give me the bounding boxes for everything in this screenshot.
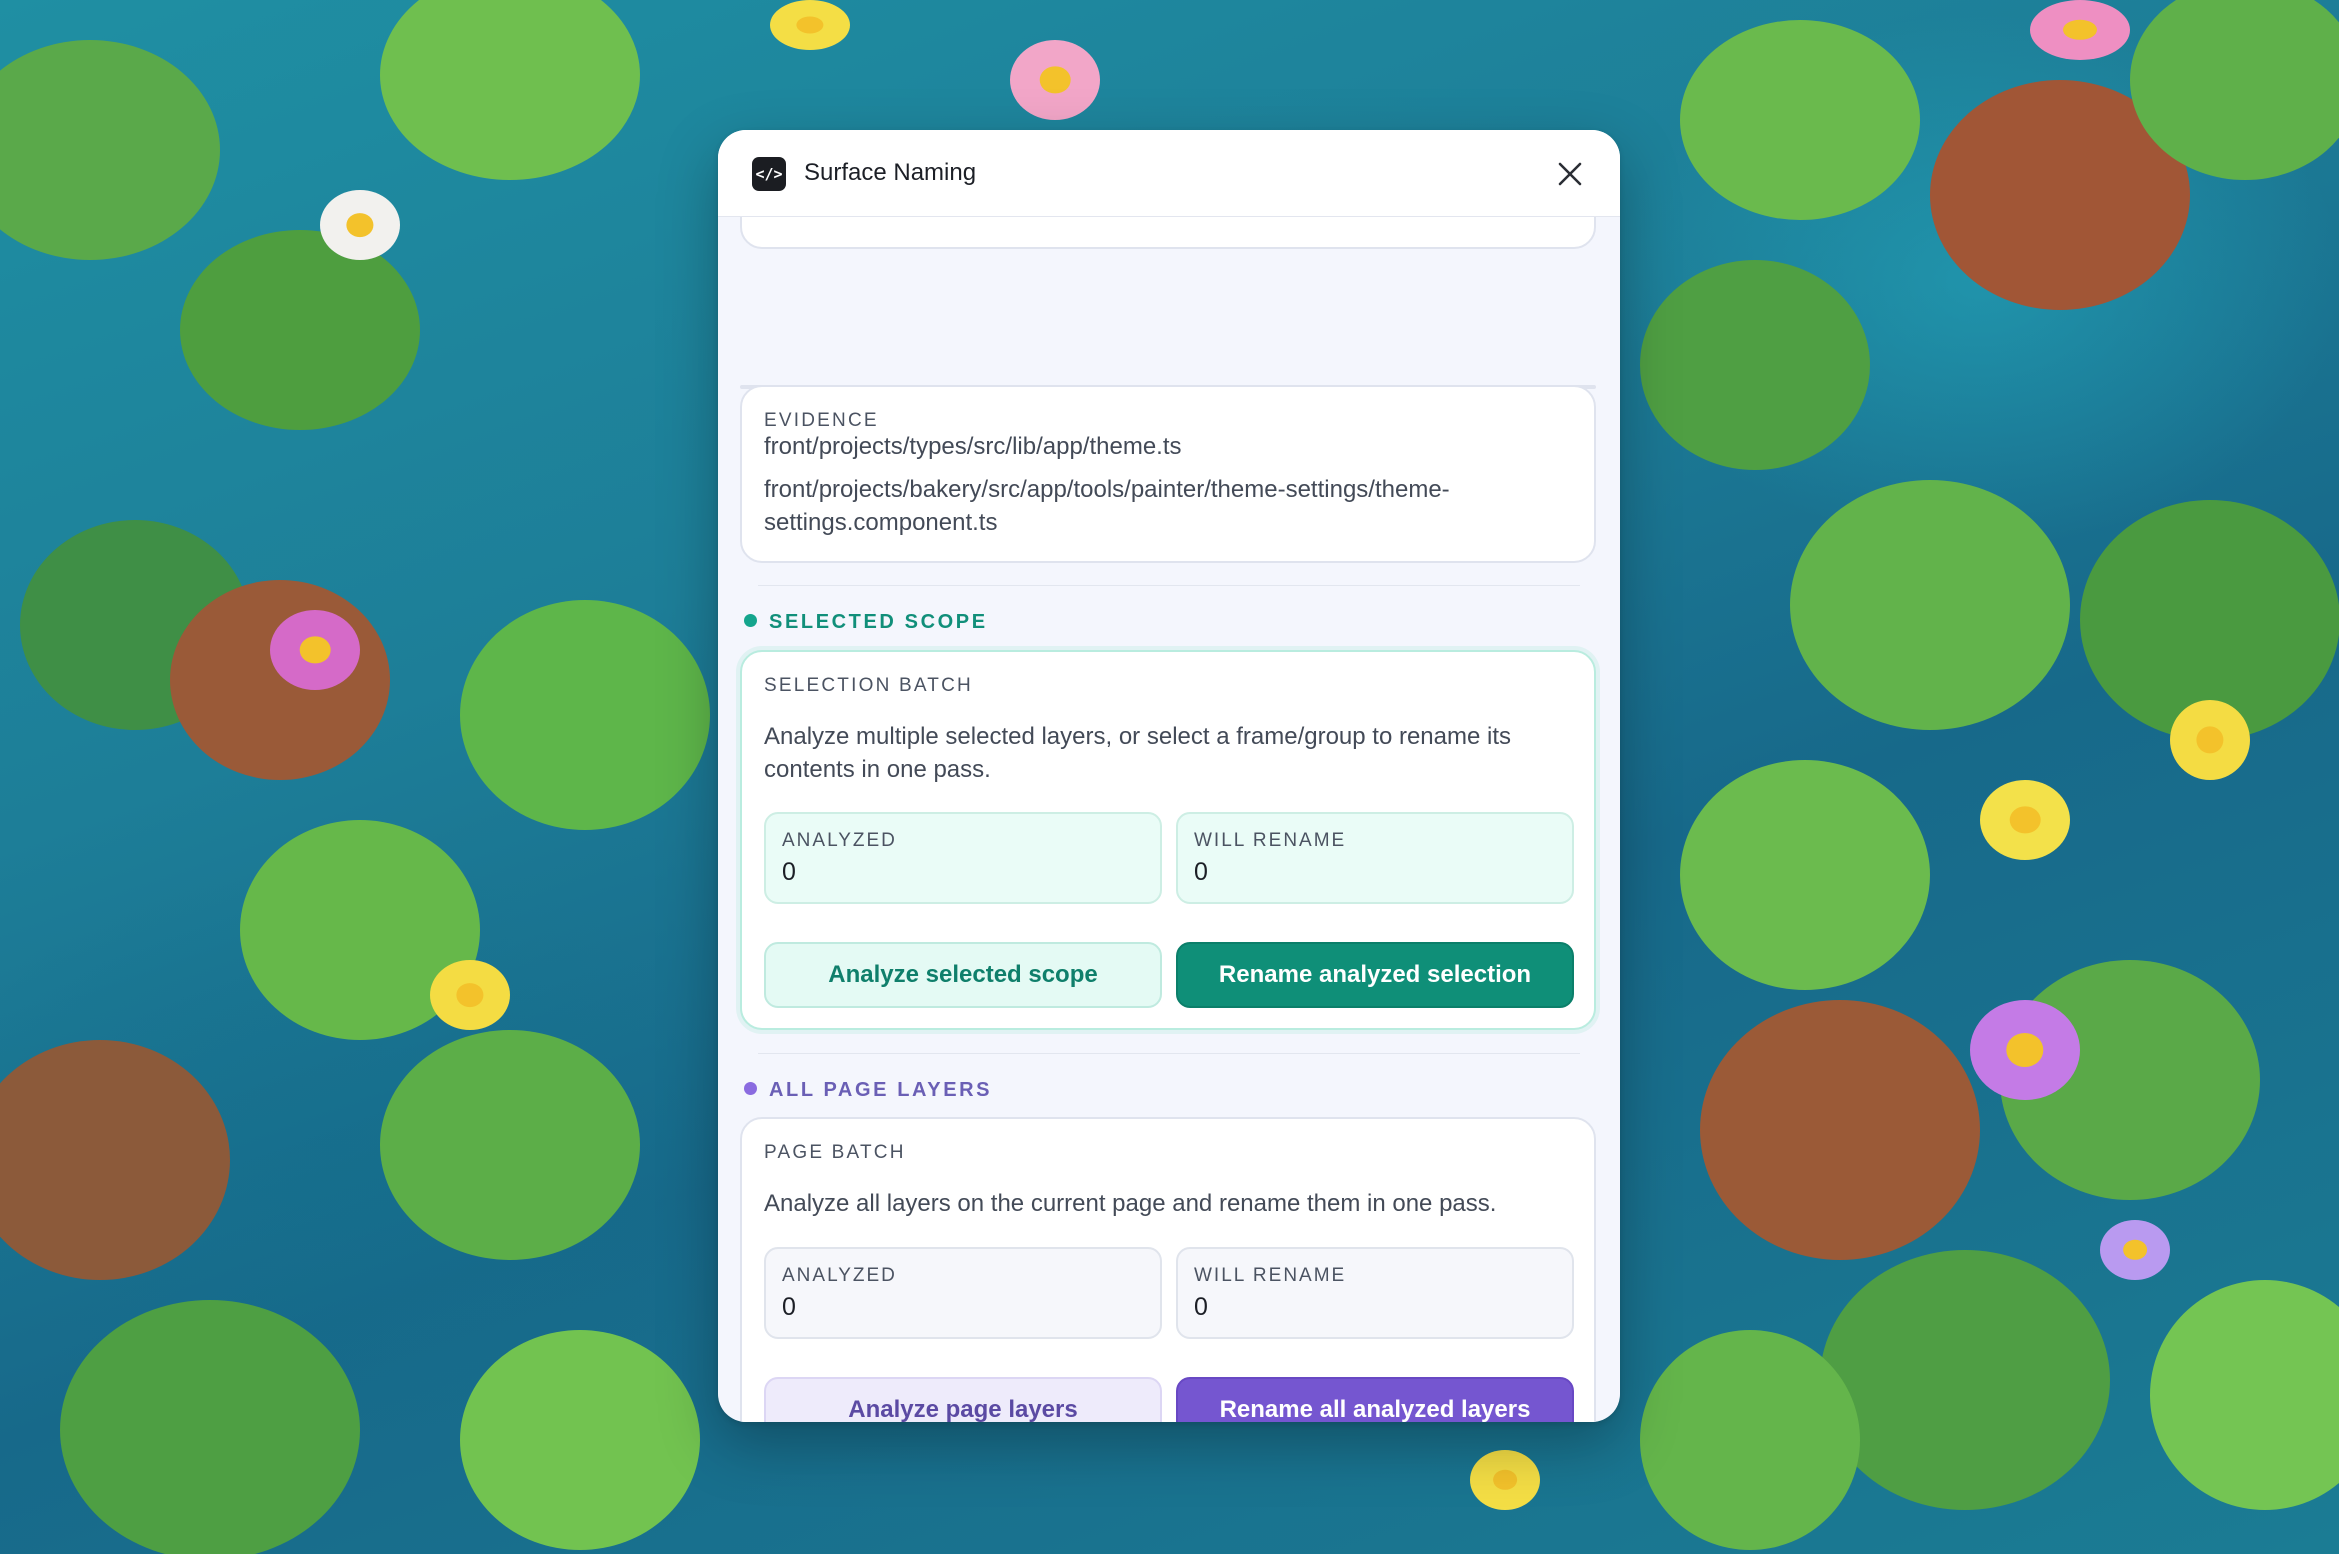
analyzed-label: ANALYZED bbox=[782, 830, 897, 851]
previous-card-edge bbox=[740, 217, 1596, 249]
analyze-page-layers-button[interactable]: Analyze page layers bbox=[764, 1377, 1162, 1422]
selection-batch-description: Analyze multiple selected layers, or sel… bbox=[764, 723, 1512, 783]
page-batch-description: Analyze all layers on the current page a… bbox=[764, 1190, 1497, 1217]
rename-analyzed-selection-button[interactable]: Rename analyzed selection bbox=[1176, 942, 1574, 1008]
section-divider bbox=[758, 585, 1580, 586]
analyzed-stat: ANALYZED 0 bbox=[764, 812, 1162, 904]
evidence-file: front/projects/bakery/src/app/tools/pain… bbox=[764, 476, 1450, 536]
code-brackets-icon: </> bbox=[752, 157, 786, 191]
status-dot bbox=[744, 1082, 757, 1095]
will-rename-stat: WILL RENAME 0 bbox=[1176, 1247, 1574, 1339]
analyze-selected-scope-button[interactable]: Analyze selected scope bbox=[764, 942, 1162, 1008]
selection-batch-card: SELECTION BATCH Analyze multiple selecte… bbox=[740, 650, 1596, 1030]
rename-all-analyzed-layers-button[interactable]: Rename all analyzed layers bbox=[1176, 1377, 1574, 1422]
analyzed-value: 0 bbox=[782, 1293, 796, 1321]
will-rename-value: 0 bbox=[1194, 858, 1208, 886]
selection-batch-label: SELECTION BATCH bbox=[764, 675, 973, 696]
selected-scope-heading: SELECTED SCOPE bbox=[744, 611, 988, 634]
all-page-layers-heading: ALL PAGE LAYERS bbox=[744, 1079, 992, 1102]
will-rename-value: 0 bbox=[1194, 1293, 1208, 1321]
page-batch-card: PAGE BATCH Analyze all layers on the cur… bbox=[740, 1117, 1596, 1422]
analyzed-value: 0 bbox=[782, 858, 796, 886]
close-icon bbox=[1558, 162, 1582, 186]
close-button[interactable] bbox=[1550, 154, 1590, 194]
title-bar: </> Surface Naming bbox=[718, 130, 1620, 217]
evidence-label: EVIDENCE bbox=[764, 410, 879, 431]
surface-naming-panel: </> Surface Naming EVIDENCE front/projec… bbox=[718, 130, 1620, 1422]
analyzed-label: ANALYZED bbox=[782, 1265, 897, 1286]
will-rename-stat: WILL RENAME 0 bbox=[1176, 812, 1574, 904]
evidence-file: front/projects/types/src/lib/app/theme.t… bbox=[764, 433, 1182, 460]
will-rename-label: WILL RENAME bbox=[1194, 830, 1347, 851]
evidence-panel: EVIDENCE front/projects/types/src/lib/ap… bbox=[740, 385, 1596, 563]
analyzed-stat: ANALYZED 0 bbox=[764, 1247, 1162, 1339]
selected-scope-label: SELECTED SCOPE bbox=[769, 611, 988, 633]
will-rename-label: WILL RENAME bbox=[1194, 1265, 1347, 1286]
status-dot bbox=[744, 614, 757, 627]
panel-scroll-area[interactable]: EVIDENCE front/projects/types/src/lib/ap… bbox=[718, 217, 1620, 1422]
page-batch-label: PAGE BATCH bbox=[764, 1142, 906, 1163]
panel-title: Surface Naming bbox=[804, 159, 977, 186]
section-divider bbox=[758, 1053, 1580, 1054]
all-page-layers-label: ALL PAGE LAYERS bbox=[769, 1079, 993, 1101]
